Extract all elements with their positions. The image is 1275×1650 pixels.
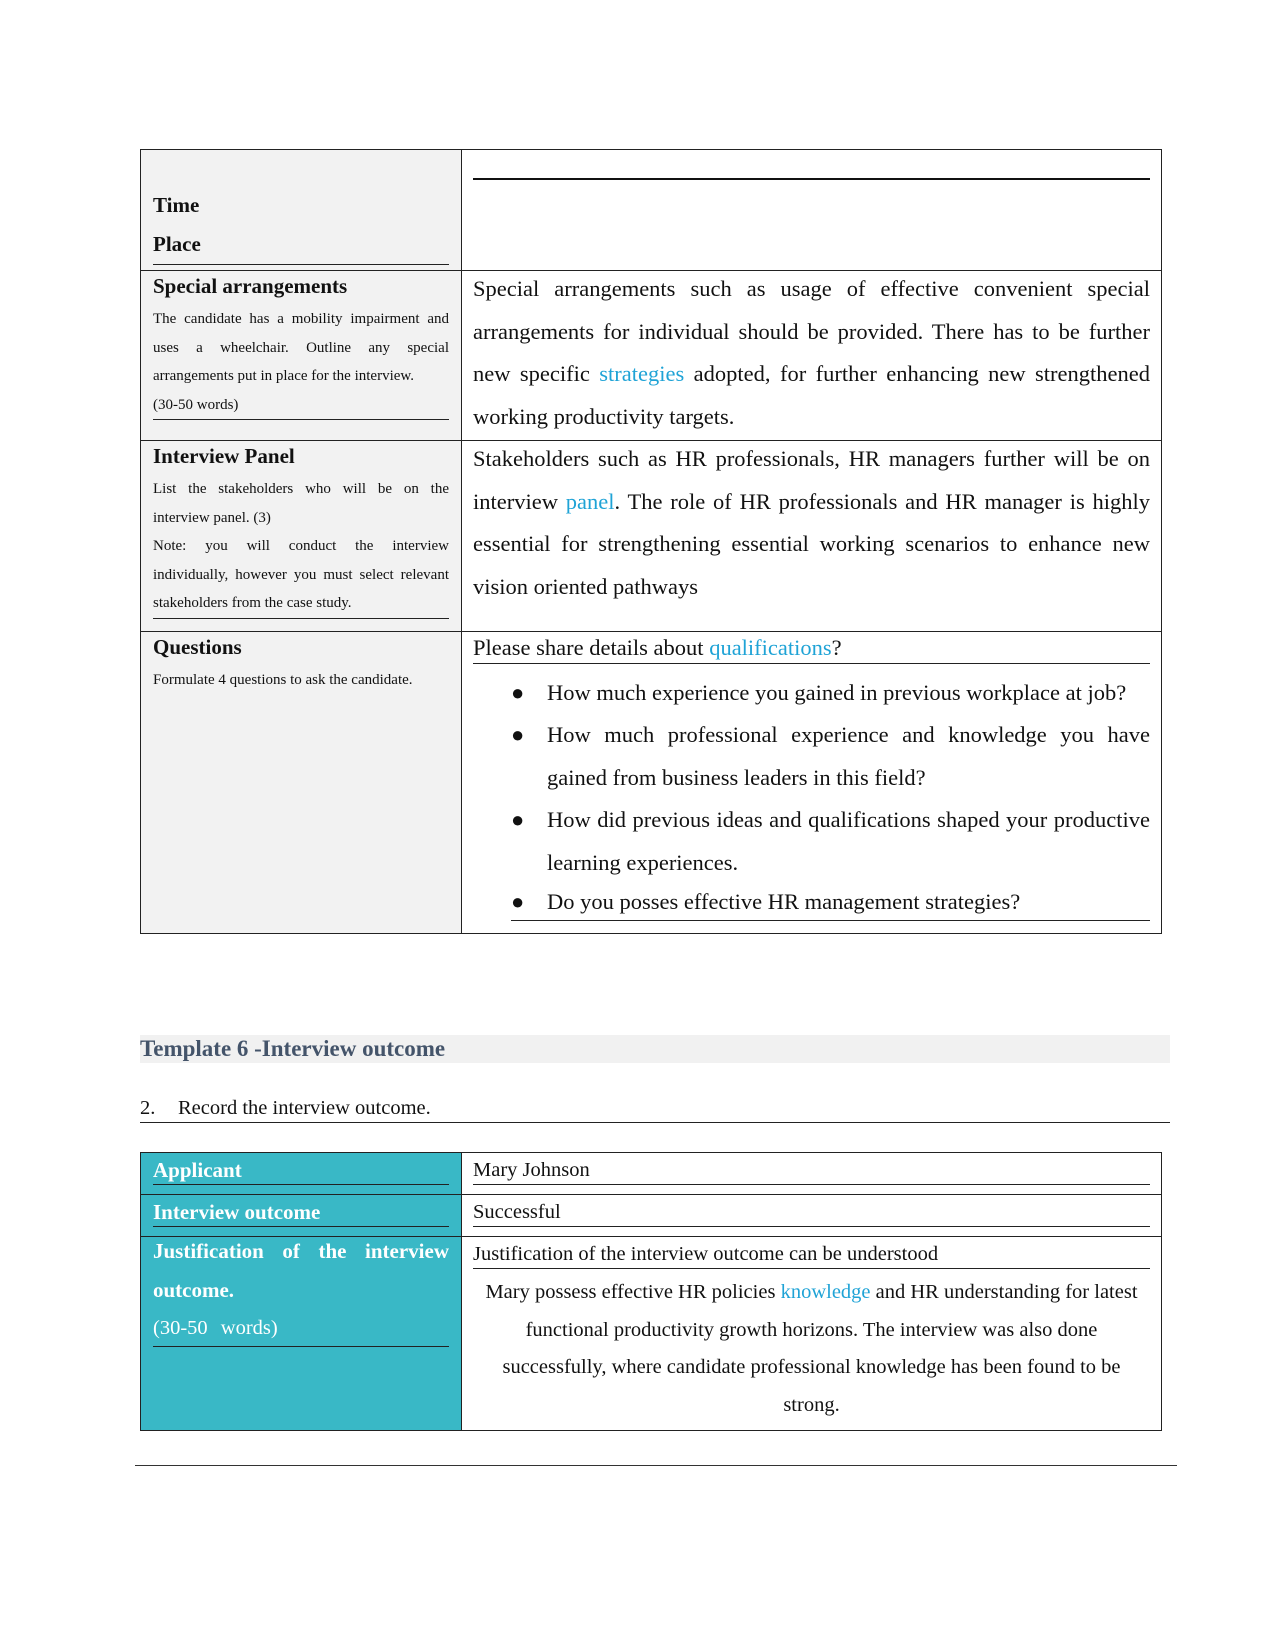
justification-value-cell[interactable]: Justification of the interview outcome c… <box>461 1236 1162 1431</box>
special-arrangements-title: Special arrangements <box>153 274 348 298</box>
interview-panel-note: Note: you will conduct the interview ind… <box>153 532 449 619</box>
interview-panel-answer-cell[interactable]: Stakeholders such as HR professionals, H… <box>461 438 1162 632</box>
special-arrangements-label-cell: Special arrangements The candidate has a… <box>140 270 462 441</box>
special-arrangements-row: Special arrangements The candidate has a… <box>140 268 1162 441</box>
outcome-value[interactable]: Successful <box>473 1195 1150 1227</box>
time-place-input-line[interactable] <box>473 178 1150 180</box>
question-text: How did previous ideas and qualification… <box>547 807 1150 875</box>
special-arrangements-answer[interactable]: Special arrangements such as usage of ef… <box>473 268 1150 438</box>
strategies-link[interactable]: strategies <box>599 361 684 386</box>
justification-word-limit: (30-50 words) <box>153 1310 449 1347</box>
instruction-text: Record the interview outcome. <box>178 1097 431 1119</box>
applicant-label-cell: Applicant <box>140 1152 462 1195</box>
interview-panel-label-cell: Interview Panel List the stakeholders wh… <box>140 440 462 632</box>
bullet-icon: ● <box>511 722 525 747</box>
bullet-icon: ● <box>511 807 525 832</box>
justification-text[interactable]: Mary possess effective HR policies knowl… <box>473 1269 1150 1430</box>
section-heading: Template 6 -Interview outcome <box>140 1035 1170 1063</box>
applicant-row: Applicant Mary Johnson <box>140 1152 1162 1195</box>
time-place-label-cell: Time Place <box>140 149 462 271</box>
special-arrangements-word-limit: (30-50 words) <box>153 391 449 420</box>
knowledge-link[interactable]: knowledge <box>781 1281 871 1303</box>
applicant-value[interactable]: Mary Johnson <box>473 1153 1150 1185</box>
time-place-row: Time Place <box>140 149 1162 271</box>
panel-link[interactable]: panel <box>566 489 615 514</box>
place-label: Place <box>153 225 449 265</box>
applicant-value-cell[interactable]: Mary Johnson <box>461 1152 1162 1195</box>
interview-outcome-table: Applicant Mary Johnson Interview outcome… <box>140 1152 1162 1431</box>
justification-label-line1: Justification of the interview <box>153 1239 449 1263</box>
record-instruction: 2. Record the interview outcome. <box>140 1094 1170 1123</box>
interview-panel-instructions: List the stakeholders who will be on the… <box>153 481 449 526</box>
time-label: Time <box>153 193 200 217</box>
qualifications-link[interactable]: qualifications <box>709 635 831 660</box>
justification-heading[interactable]: Justification of the interview outcome c… <box>473 1237 1150 1269</box>
intro-text: Please share details about <box>473 634 710 660</box>
questions-instructions: Formulate 4 questions to ask the candida… <box>153 671 413 688</box>
question-item[interactable]: ● Do you posses effective HR management s… <box>511 884 1150 921</box>
questions-list: ● How much experience you gained in previ… <box>473 672 1150 921</box>
questions-title: Questions <box>153 634 242 659</box>
interview-plan-table: Time Place Special arrangements The cand… <box>140 149 1162 934</box>
special-arrangements-instructions: The candidate has a mobility impairment … <box>153 311 449 384</box>
outcome-label-cell: Interview outcome <box>140 1194 462 1237</box>
justification-row: Justification of the interview outcome. … <box>140 1236 1162 1431</box>
question-text: How much professional experience and kno… <box>547 722 1150 790</box>
justification-label-cell: Justification of the interview outcome. … <box>140 1236 462 1431</box>
outcome-value-cell[interactable]: Successful <box>461 1194 1162 1237</box>
time-place-value-cell[interactable] <box>461 149 1162 271</box>
justification-label-line2: outcome. <box>153 1278 235 1302</box>
special-arrangements-answer-cell[interactable]: Special arrangements such as usage of ef… <box>461 268 1162 441</box>
applicant-label: Applicant <box>153 1153 449 1185</box>
questions-row: Questions Formulate 4 questions to ask t… <box>140 630 1162 934</box>
intro-text: ? <box>831 634 842 660</box>
outcome-label: Interview outcome <box>153 1195 449 1227</box>
interview-panel-title: Interview Panel <box>153 444 295 468</box>
question-item[interactable]: ● How much experience you gained in previ… <box>511 672 1150 715</box>
question-text: Do you posses effective HR management st… <box>547 889 1021 914</box>
questions-intro[interactable]: Please share details about qualification… <box>473 632 1150 664</box>
outcome-row: Interview outcome Successful <box>140 1194 1162 1237</box>
bullet-icon: ● <box>511 679 525 705</box>
interview-panel-row: Interview Panel List the stakeholders wh… <box>140 438 1162 632</box>
page-footer-rule <box>135 1465 1177 1466</box>
questions-label-cell: Questions Formulate 4 questions to ask t… <box>140 630 462 934</box>
interview-panel-answer[interactable]: Stakeholders such as HR professionals, H… <box>473 438 1150 608</box>
question-text: How much experience you gained in previo… <box>547 679 1127 705</box>
instruction-number: 2. <box>140 1097 156 1119</box>
questions-answer-cell[interactable]: Please share details about qualification… <box>461 630 1162 934</box>
question-item[interactable]: ● How much professional experience and kn… <box>511 714 1150 799</box>
bullet-icon: ● <box>511 889 525 914</box>
justification-part: Mary possess effective HR policies <box>485 1281 781 1303</box>
question-item[interactable]: ● How did previous ideas and qualificatio… <box>511 799 1150 884</box>
